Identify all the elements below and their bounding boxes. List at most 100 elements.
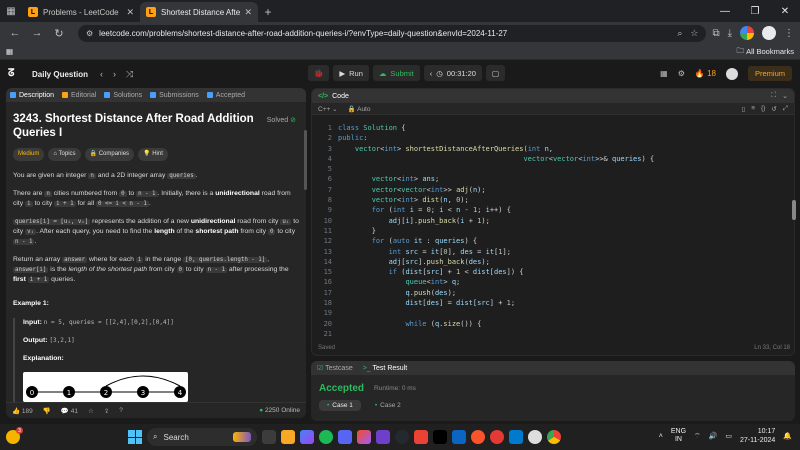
leetcode-logo-icon[interactable]: ᘔ bbox=[8, 68, 20, 80]
tab-search-icon[interactable]: ▦ bbox=[0, 0, 22, 22]
downloads-icon[interactable]: ⤓ bbox=[728, 28, 732, 39]
apps-grid-icon[interactable]: ▦ bbox=[6, 47, 13, 56]
reload-icon[interactable]: ↻ bbox=[50, 24, 68, 42]
site-info-icon[interactable]: ⚙ bbox=[86, 29, 93, 38]
case-2-tab[interactable]: • Case 2 bbox=[367, 400, 409, 411]
auto-mode-toggle[interactable]: 🔒 Auto bbox=[348, 105, 371, 113]
linkedin-icon[interactable] bbox=[452, 430, 466, 444]
code-line[interactable]: 18 dist[des] = dist[src] + 1; bbox=[312, 298, 794, 308]
menu-kebab-icon[interactable]: ⋮ bbox=[784, 28, 794, 39]
minimize-icon[interactable]: — bbox=[710, 0, 740, 22]
bookmark-star-icon[interactable]: ☆ bbox=[690, 28, 698, 39]
code-line[interactable]: 5 bbox=[312, 164, 794, 174]
hint-chip[interactable]: 💡 Hint bbox=[138, 148, 168, 161]
topics-chip[interactable]: ⌂ Topics bbox=[48, 148, 81, 161]
code-line[interactable]: 8 vector<int> dist(n, 0); bbox=[312, 195, 794, 205]
taskbar-search[interactable]: ⌕ Search bbox=[147, 428, 257, 446]
comments-button[interactable]: 💬 41 bbox=[61, 407, 78, 415]
forward-icon[interactable]: → bbox=[28, 24, 46, 42]
share-icon[interactable]: ⇪ bbox=[104, 407, 109, 415]
extensions-icon[interactable]: ⧉ bbox=[712, 28, 719, 39]
favorite-star-icon[interactable]: ☆ bbox=[88, 407, 94, 415]
code-line[interactable]: 1 class Solution { bbox=[312, 123, 794, 133]
close-tab-icon[interactable]: ✕ bbox=[126, 7, 134, 18]
code-line[interactable]: 13 int src = it[0], des = it[1]; bbox=[312, 247, 794, 257]
close-tab-icon[interactable]: ✕ bbox=[244, 7, 252, 18]
language-select[interactable]: C++ ⌄ bbox=[318, 105, 338, 113]
back-icon[interactable]: ← bbox=[6, 24, 24, 42]
code-line[interactable]: 3 vector<int> shortestDistanceAfterQueri… bbox=[312, 144, 794, 154]
weather-widget-icon[interactable]: 3 bbox=[6, 427, 23, 444]
wifi-icon[interactable]: ⌔ bbox=[694, 432, 701, 441]
like-button[interactable]: 👍 189 bbox=[12, 407, 33, 415]
browser-tab-current[interactable]: L Shortest Distance After Road A ✕ bbox=[140, 2, 258, 22]
hidden-icons-chevron-icon[interactable]: ˄ bbox=[659, 433, 663, 440]
volume-icon[interactable]: 🔊 bbox=[709, 432, 718, 440]
tab-description[interactable]: Description bbox=[10, 92, 54, 99]
tab-accepted[interactable]: Accepted bbox=[206, 92, 245, 99]
code-line[interactable]: 11 } bbox=[312, 226, 794, 236]
google-icon[interactable] bbox=[740, 26, 754, 40]
window-scrollbar[interactable] bbox=[792, 200, 796, 220]
submit-button[interactable]: ☁ Submit bbox=[372, 65, 420, 81]
help-icon[interactable]: ? bbox=[119, 407, 123, 414]
debug-button[interactable]: 🐞 bbox=[308, 65, 330, 81]
code-line[interactable]: 6 vector<int> ans; bbox=[312, 174, 794, 184]
problem-title[interactable]: 3243. Shortest Distance After Road Addit… bbox=[13, 112, 258, 140]
youtube-music-icon[interactable] bbox=[490, 430, 504, 444]
code-editor[interactable]: 1 class Solution {2 public: 3 vector<int> s… bbox=[312, 119, 794, 341]
gmail-icon[interactable] bbox=[414, 430, 428, 444]
maximize-icon[interactable]: ❐ bbox=[740, 0, 770, 22]
streak-counter[interactable]: 🔥 18 bbox=[695, 69, 716, 78]
clock[interactable]: 10:17 27-11-2024 bbox=[740, 427, 775, 445]
notes-button[interactable]: ▢ bbox=[485, 65, 506, 81]
format-icon[interactable]: ≡ bbox=[751, 105, 755, 113]
shuffle-icon[interactable]: ⤨ bbox=[126, 69, 133, 80]
zoom-icon[interactable]: ⌕ bbox=[677, 28, 682, 39]
premium-button[interactable]: Premium bbox=[747, 66, 792, 81]
code-line[interactable]: 16 queue<int> q; bbox=[312, 277, 794, 287]
braces-icon[interactable]: {} bbox=[761, 105, 765, 113]
settings-gear-icon[interactable]: ⚙ bbox=[678, 69, 685, 78]
vscode-icon[interactable] bbox=[509, 430, 523, 444]
code-line[interactable]: 15 if (dist[src] + 1 < dist[des]) { bbox=[312, 267, 794, 277]
code-line[interactable]: 12 for (auto it : queries) { bbox=[312, 236, 794, 246]
copilot-icon[interactable] bbox=[300, 430, 314, 444]
figma-icon[interactable] bbox=[357, 430, 371, 444]
app-icon[interactable] bbox=[528, 430, 542, 444]
code-line[interactable]: 20 while (q.size()) { bbox=[312, 319, 794, 329]
brave-icon[interactable] bbox=[471, 430, 485, 444]
code-line[interactable]: 9 for (int i = 0; i < n - 1; i++) { bbox=[312, 205, 794, 215]
file-explorer-icon[interactable] bbox=[281, 430, 295, 444]
code-line[interactable]: 7 vector<vector<int>> adj(n); bbox=[312, 185, 794, 195]
tab-solutions[interactable]: Solutions bbox=[104, 92, 142, 99]
tab-submissions[interactable]: Submissions bbox=[150, 92, 199, 99]
battery-icon[interactable]: ▭ bbox=[725, 432, 732, 440]
reset-icon[interactable]: ↺ bbox=[771, 105, 776, 113]
bookmark-icon[interactable]: ▯ bbox=[742, 105, 746, 113]
notifications-bell-icon[interactable]: 🔔 bbox=[783, 432, 792, 440]
code-line[interactable]: 19 bbox=[312, 308, 794, 318]
app-icon[interactable] bbox=[376, 430, 390, 444]
maximize-panel-icon[interactable]: ⛶ bbox=[771, 92, 776, 100]
url-field[interactable]: ⚙ leetcode.com/problems/shortest-distanc… bbox=[78, 24, 707, 42]
code-line[interactable]: 10 adj[i].push_back(i + 1); bbox=[312, 216, 794, 226]
profile-avatar[interactable] bbox=[762, 26, 776, 40]
case-1-tab[interactable]: • Case 1 bbox=[319, 400, 361, 411]
code-line[interactable]: 2 public: bbox=[312, 133, 794, 143]
github-icon[interactable] bbox=[395, 430, 409, 444]
dislike-button[interactable]: 👎 bbox=[43, 407, 51, 415]
discord-icon[interactable] bbox=[338, 430, 352, 444]
collapse-panel-icon[interactable]: ⌄ bbox=[782, 92, 788, 100]
code-line[interactable]: 14 adj[src].push_back(des); bbox=[312, 257, 794, 267]
run-button[interactable]: ▶ Run bbox=[333, 65, 369, 81]
x-icon[interactable] bbox=[433, 430, 447, 444]
close-window-icon[interactable]: ✕ bbox=[770, 0, 800, 22]
tab-test-result[interactable]: >_ Test Result bbox=[363, 365, 407, 372]
expand-icon[interactable]: ⤢ bbox=[783, 105, 788, 113]
tab-testcase[interactable]: ☑ Testcase bbox=[317, 364, 353, 372]
timer[interactable]: ‹ ◷ 00:31:20 bbox=[423, 65, 482, 81]
spotify-icon[interactable] bbox=[319, 430, 333, 444]
prev-question-icon[interactable]: ‹ bbox=[100, 69, 103, 80]
windows-start-icon[interactable] bbox=[128, 430, 142, 444]
